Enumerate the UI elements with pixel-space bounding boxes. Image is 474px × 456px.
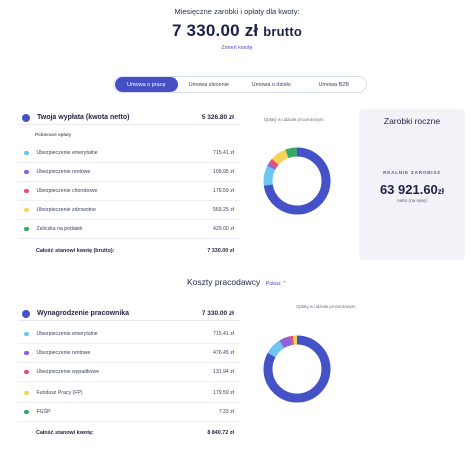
cost-row: Ubezpieczenie rentowe 476.45 zł: [18, 344, 240, 363]
annual-amount-currency: zł: [437, 187, 445, 196]
employee-gross-label: Wynagrodzenie pracownika: [37, 310, 130, 317]
net-salary-row: Twoja wypłata (kwota netto) 5 326.80 zł: [18, 111, 240, 125]
annual-earnings-card: Zarobki roczne REALNIE ZAROBISZ 63 921.6…: [359, 109, 465, 260]
cost-row: FGŚP 7.33 zł: [18, 403, 240, 422]
cost-value: 131.94 zł: [212, 369, 234, 375]
cost-label: Fundusz Pracy (FP): [36, 390, 83, 396]
legend-dot: [24, 390, 29, 396]
gross-amount: 7 330.00 zł brutto: [0, 21, 474, 41]
deduction-row: Ubezpieczenie chorobowe 179.59 zł: [18, 182, 240, 201]
gross-total-row: Całość stanowi kwotę (brutto): 7 330.00 …: [18, 242, 240, 260]
net-salary-label: Twoja wypłata (kwota netto): [37, 114, 130, 121]
deduction-row: Ubezpieczenie rentowe 109.95 zł: [18, 163, 240, 182]
cost-label: Ubezpieczenie emerytalne: [36, 331, 98, 337]
annual-amount: 63 921.60zł: [359, 182, 465, 197]
employer-total-label: Całość stanowi kwotę:: [36, 430, 94, 436]
cost-label: Ubezpieczenie rentowe: [36, 350, 91, 356]
deduction-row: Ubezpieczenie emerytalne 715.41 zł: [18, 144, 240, 163]
deduction-value: 429.00 zł: [212, 226, 234, 232]
legend-dot: [24, 150, 29, 156]
legend-dot: [24, 331, 29, 337]
annual-label: REALNIE ZAROBISZ: [383, 170, 441, 175]
cost-value: 715.41 zł: [212, 331, 234, 337]
cost-value: 179.59 zł: [212, 390, 234, 396]
legend-dot: [24, 409, 29, 415]
employer-costs-title: Koszty pracodawcy: [186, 277, 261, 287]
deduction-value: 179.59 zł: [212, 188, 234, 194]
salary-chart-title: Opłaty w udziale procentowym: [264, 117, 324, 122]
amount-currency: zł: [244, 21, 259, 40]
employee-gross-row: Wynagrodzenie pracownika 7 330.00 zł: [18, 307, 240, 321]
cost-row: Fundusz Pracy (FP) 179.59 zł: [18, 384, 240, 403]
employer-total-row: Całość stanowi kwotę: 8 840.72 zł: [18, 424, 240, 442]
deduction-value: 569.25 zł: [212, 207, 234, 213]
net-salary-value: 5 326.80 zł: [201, 114, 234, 121]
deduction-value: 109.95 zł: [212, 169, 234, 175]
cost-value: 7.33 zł: [218, 409, 234, 415]
cost-value: 476.45 zł: [212, 350, 234, 356]
tab-umowa-o-prace[interactable]: Umowa o pracę: [115, 77, 178, 92]
contract-type-tabs: Umowa o pracę Umowa zlecenie Umowa o dzi…: [113, 76, 367, 93]
annual-amount-value: 63 921.60: [379, 182, 438, 197]
cost-label: Ubezpieczenie wypadkowe: [36, 369, 100, 375]
cost-row: Ubezpieczenie wypadkowe 131.94 zł: [18, 363, 240, 382]
annual-note: netto (na rękę): [397, 198, 427, 203]
header-subtitle: Miesięczne zarobki i opłaty dla kwoty:: [174, 7, 300, 16]
legend-dot: [24, 226, 29, 232]
show-toggle-link[interactable]: Pokaż ⌃: [266, 281, 287, 287]
employee-gross-value: 7 330.00 zł: [201, 310, 234, 317]
employer-costs-heading: Koszty pracodawcy Pokaż ⌃: [0, 277, 474, 287]
salary-share-donut: [263, 147, 331, 215]
deduction-label: Ubezpieczenie chorobowe: [36, 188, 98, 194]
deduction-label: Ubezpieczenie emerytalne: [36, 150, 98, 156]
annual-title: Zarobki roczne: [383, 116, 441, 126]
deduction-label: Ubezpieczenie zdrowotne: [36, 207, 96, 213]
gross-total-value: 7 330.00 zł: [207, 248, 234, 254]
legend-dot: [24, 369, 29, 375]
employer-total-value: 8 840.72 zł: [207, 430, 234, 436]
deduction-row: Ubezpieczenie zdrowotne 569.25 zł: [18, 201, 240, 220]
amount-value: 7 330.00: [171, 21, 240, 40]
legend-dot: [24, 207, 29, 213]
net-salary-dot: [22, 113, 30, 122]
costs-share-donut: [263, 335, 331, 403]
deduction-row: Zaliczka na podatek 429.00 zł: [18, 220, 240, 239]
legend-dot: [24, 350, 29, 356]
legend-dot: [24, 169, 29, 175]
tab-umowa-zlecenie[interactable]: Umowa zlecenie: [178, 77, 241, 92]
amount-mode: brutto: [263, 24, 303, 39]
deduction-label: Ubezpieczenie rentowe: [36, 169, 91, 175]
tab-umowa-o-dzielo[interactable]: Umowa o dzieło: [240, 77, 303, 92]
change-amount-link[interactable]: Zmień kwotę: [0, 45, 474, 51]
deduction-value: 715.41 zł: [212, 150, 234, 156]
deduction-label: Zaliczka na podatek: [36, 226, 83, 232]
cost-row: Ubezpieczenie emerytalne 715.41 zł: [18, 325, 240, 344]
deductions-header: Pobierane opłaty: [35, 132, 72, 137]
gross-total-label: Całość stanowi kwotę (brutto):: [36, 248, 115, 254]
costs-chart-title: Opłaty w udziale procentowym: [296, 304, 356, 309]
employee-gross-dot: [22, 309, 30, 318]
cost-label: FGŚP: [36, 409, 51, 415]
legend-dot: [24, 188, 29, 194]
tab-umowa-b2b[interactable]: Umowa B2B: [303, 77, 366, 92]
